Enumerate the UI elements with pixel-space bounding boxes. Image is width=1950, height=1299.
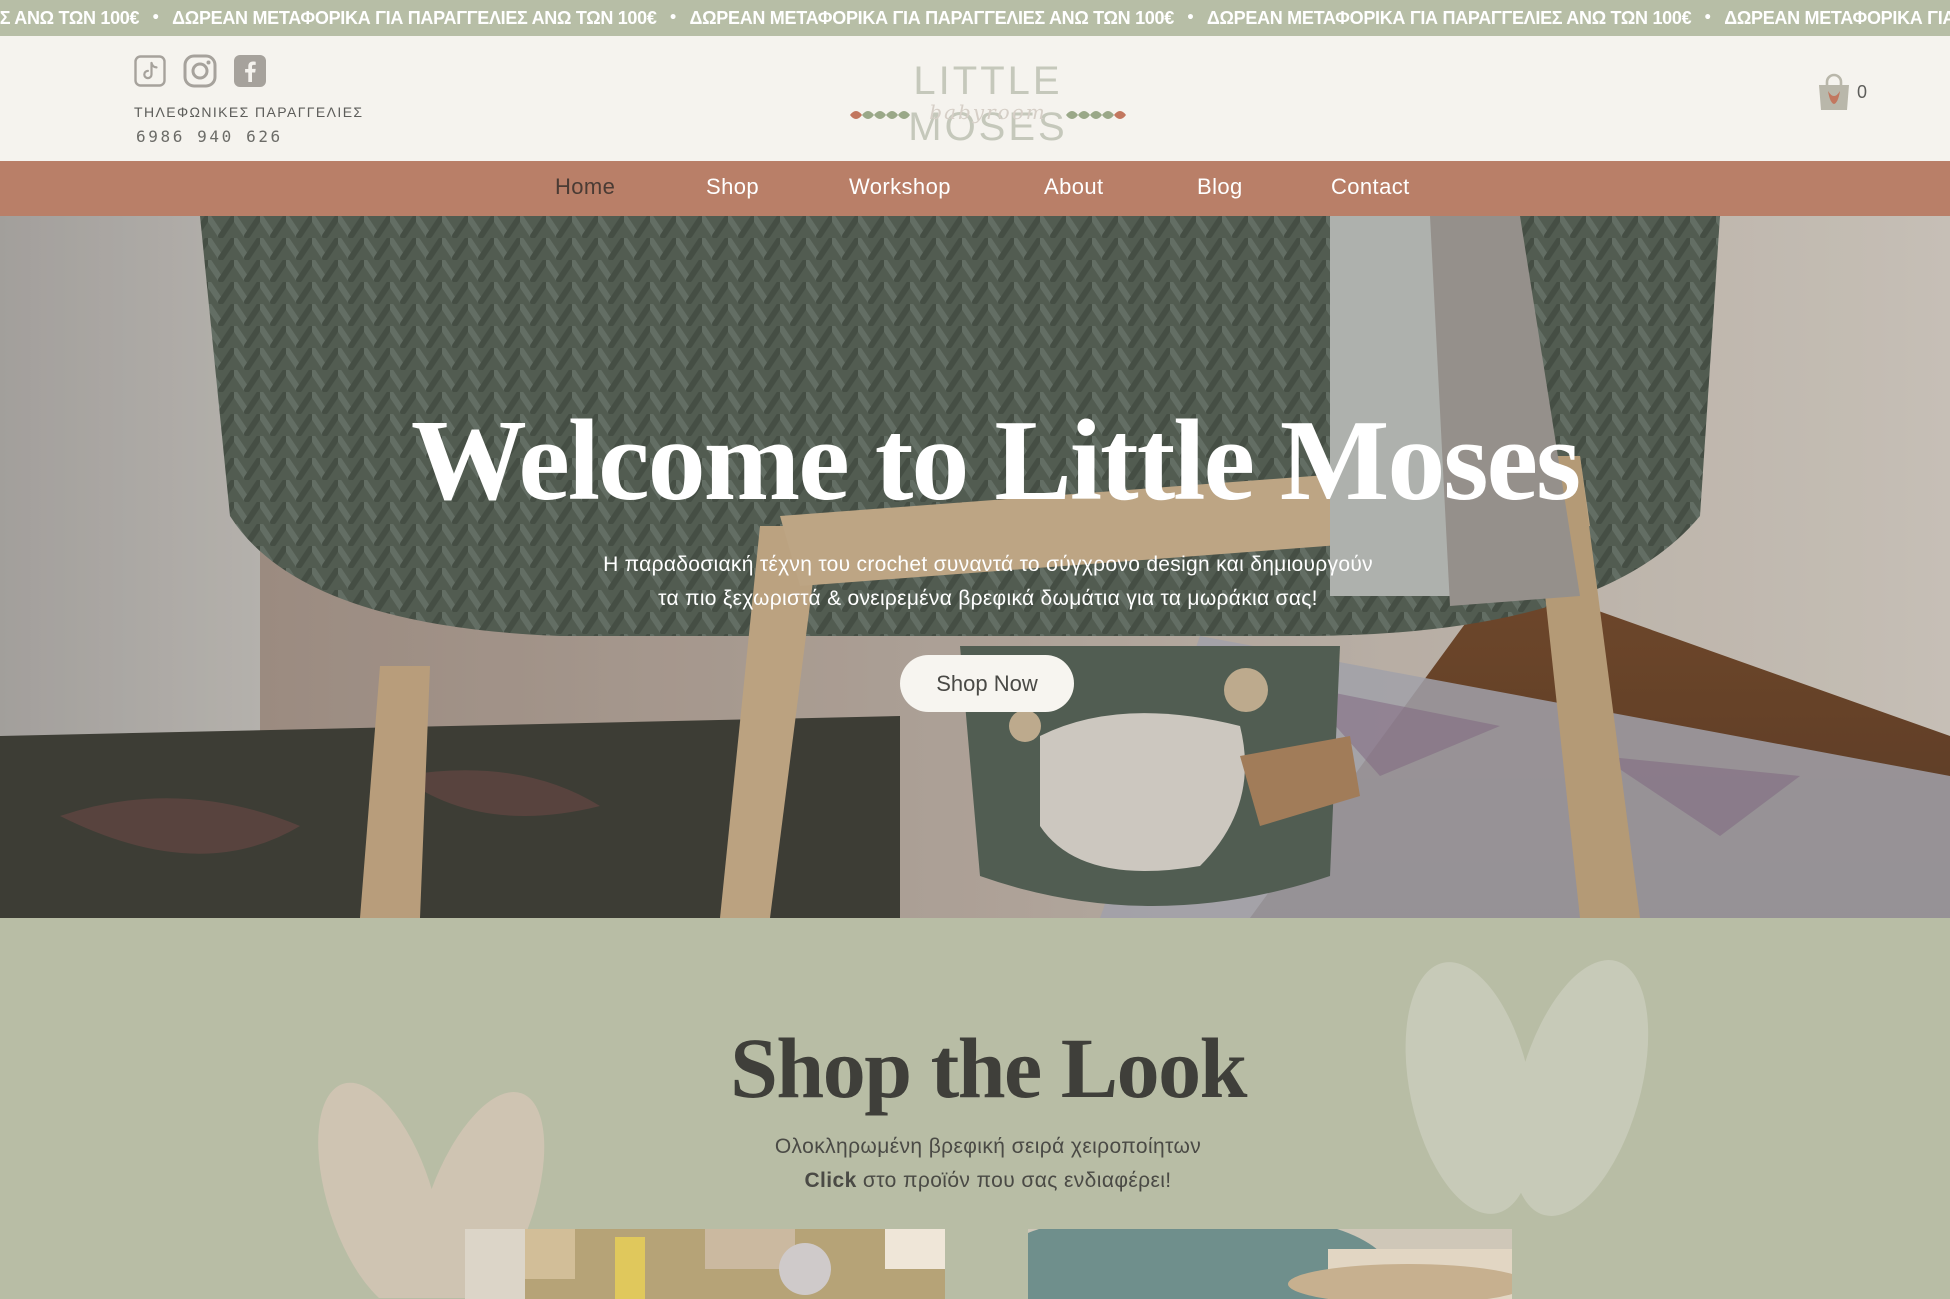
section-subtitle-line: Ολοκληρωμένη βρεφική σειρά χειροποίητων [774, 1135, 1202, 1158]
shop-now-button[interactable]: Shop Now [900, 655, 1074, 712]
shop-the-look-section: Shop the Look Ολοκληρωμένη βρεφική σειρά… [0, 918, 1950, 1299]
nav-item-home[interactable]: Home [555, 174, 615, 200]
site-header: ΤΗΛΕΦΩΝΙΚΕΣ ΠΑΡΑΓΓΕΛΙΕΣ 6986 940 626 LIT… [0, 36, 1950, 161]
nav-item-shop[interactable]: Shop [706, 174, 759, 200]
section-subtitle-line: Click στο προϊόν που σας ενδιαφέρει! [0, 1164, 1950, 1198]
section-subtitle-rest: στο προϊόν που σας ενδιαφέρει! [856, 1169, 1172, 1192]
hero-subtitle: Η παραδοσιακή τέχνη του crochet συναντά … [0, 548, 1950, 616]
section-subtitle: Ολοκληρωμένη βρεφική σειρά χειροποίητων … [0, 1130, 1950, 1198]
cart-count: 0 [1857, 81, 1868, 102]
logo-subtitle: babyroom [929, 100, 1047, 124]
hero-title: Welcome to Little Moses [410, 397, 1581, 525]
announcement-separator: • [151, 10, 161, 26]
announcement-text: ΔΩΡΕΑΝ ΜΕΤΑΦΟΡΙΚΑ ΓΙΑ ΠΑΡΑΓΓΕΛΙΕΣ ΑΝΩ ΤΩ… [1206, 7, 1692, 28]
section-title: Shop the Look [730, 1020, 1247, 1116]
nav-item-about[interactable]: About [1044, 174, 1104, 200]
phone-number[interactable]: 6986 940 626 [136, 127, 283, 146]
social-links [133, 54, 267, 88]
instagram-icon[interactable] [183, 54, 217, 88]
announcement-text: ΕΣ ΑΝΩ ΤΩΝ 100€ [0, 7, 140, 28]
nav-item-workshop[interactable]: Workshop [849, 174, 951, 200]
site-logo[interactable]: LITTLE MOSES babyroom [838, 58, 1138, 149]
facebook-icon[interactable] [233, 54, 267, 88]
logo-leaves-left-icon [850, 111, 910, 119]
announcement-text: ΔΩΡΕΑΝ ΜΕΤΑΦΟΡΙΚΑ ΓΙΑ ΠΑΡΑΓΓΕΛΙΕΣ ΑΝΩ ΤΩ… [689, 7, 1175, 28]
nav-item-contact[interactable]: Contact [1331, 174, 1410, 200]
announcement-bar: ΕΣ ΑΝΩ ΤΩΝ 100€ • ΔΩΡΕΑΝ ΜΕΤΑΦΟΡΙΚΑ ΓΙΑ … [0, 0, 1950, 36]
announcement-text: ΔΩΡΕΑΝ ΜΕΤΑΦΟΡΙΚΑ ΓΙΑ ΠΑΡΑΓΓΕΛΙΕΣ ΑΝΩ ΤΩ… [172, 7, 657, 28]
product-card-image[interactable] [1028, 1229, 1512, 1299]
nav-item-blog[interactable]: Blog [1197, 174, 1243, 200]
main-nav: Home Shop Workshop About Blog Contact [0, 161, 1950, 216]
cart-button[interactable]: 0 [1815, 72, 1867, 112]
phone-orders-label: ΤΗΛΕΦΩΝΙΚΕΣ ΠΑΡΑΓΓΕΛΙΕΣ [134, 104, 364, 120]
shopping-bag-icon [1819, 73, 1849, 110]
hero-section: Welcome to Little Moses Η παραδοσιακή τέ… [0, 216, 1950, 918]
product-card-image[interactable] [465, 1229, 945, 1299]
announcement-track: ΕΣ ΑΝΩ ΤΩΝ 100€ • ΔΩΡΕΑΝ ΜΕΤΑΦΟΡΙΚΑ ΓΙΑ … [0, 0, 1950, 36]
announcement-separator: • [668, 10, 678, 26]
hero-subtitle-line: Η παραδοσιακή τέχνη του crochet συναντά … [603, 553, 1373, 576]
hero-subtitle-line: τα πιο ξεχωριστά & ονειρεμένα βρεφικά δω… [658, 587, 1318, 610]
announcement-text: ΔΩΡΕΑΝ ΜΕΤΑΦΟΡΙΚΑ ΓΙΑ ΠΑΡΑΓΓΕΛΙΕΣ ΑΝΩ ΤΩ… [1724, 7, 1950, 28]
logo-leaves-right-icon [1066, 111, 1126, 119]
click-emphasis: Click [804, 1169, 857, 1192]
announcement-separator: • [1703, 10, 1713, 26]
announcement-separator: • [1185, 10, 1195, 26]
tiktok-icon[interactable] [133, 54, 167, 88]
